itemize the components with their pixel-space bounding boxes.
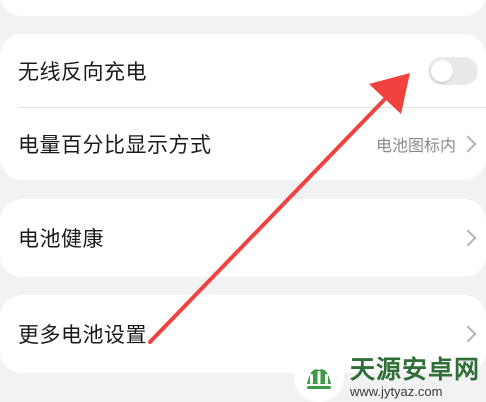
settings-card-health: 电池健康 bbox=[0, 199, 486, 277]
battery-percentage-display-row[interactable]: 电量百分比显示方式 电池图标内 bbox=[18, 108, 486, 180]
android-logo-icon bbox=[294, 352, 344, 402]
settings-card-charging: 无线反向充电 电量百分比显示方式 电池图标内 bbox=[0, 34, 486, 180]
battery-percentage-display-label: 电量百分比显示方式 bbox=[18, 133, 212, 157]
settings-card-partial bbox=[0, 0, 486, 16]
watermark-url: www.jytyaz.com bbox=[350, 383, 443, 399]
battery-percentage-display-value: 电池图标内 bbox=[375, 136, 456, 155]
battery-health-row[interactable]: 电池健康 bbox=[18, 199, 486, 277]
site-watermark: 天源安卓网 www.jytyaz.com bbox=[294, 352, 486, 402]
chevron-right-icon bbox=[459, 135, 477, 153]
wireless-reverse-charging-toggle[interactable] bbox=[428, 56, 478, 85]
chevron-right-icon bbox=[459, 229, 477, 247]
wireless-reverse-charging-row[interactable]: 无线反向充电 bbox=[18, 34, 486, 107]
wireless-reverse-charging-label: 无线反向充电 bbox=[18, 59, 147, 84]
watermark-brand: 天源安卓网 bbox=[350, 354, 481, 384]
battery-health-label: 电池健康 bbox=[18, 227, 104, 251]
chevron-right-icon bbox=[459, 325, 477, 343]
more-battery-settings-label: 更多电池设置 bbox=[18, 323, 147, 347]
toggle-knob bbox=[431, 59, 453, 82]
